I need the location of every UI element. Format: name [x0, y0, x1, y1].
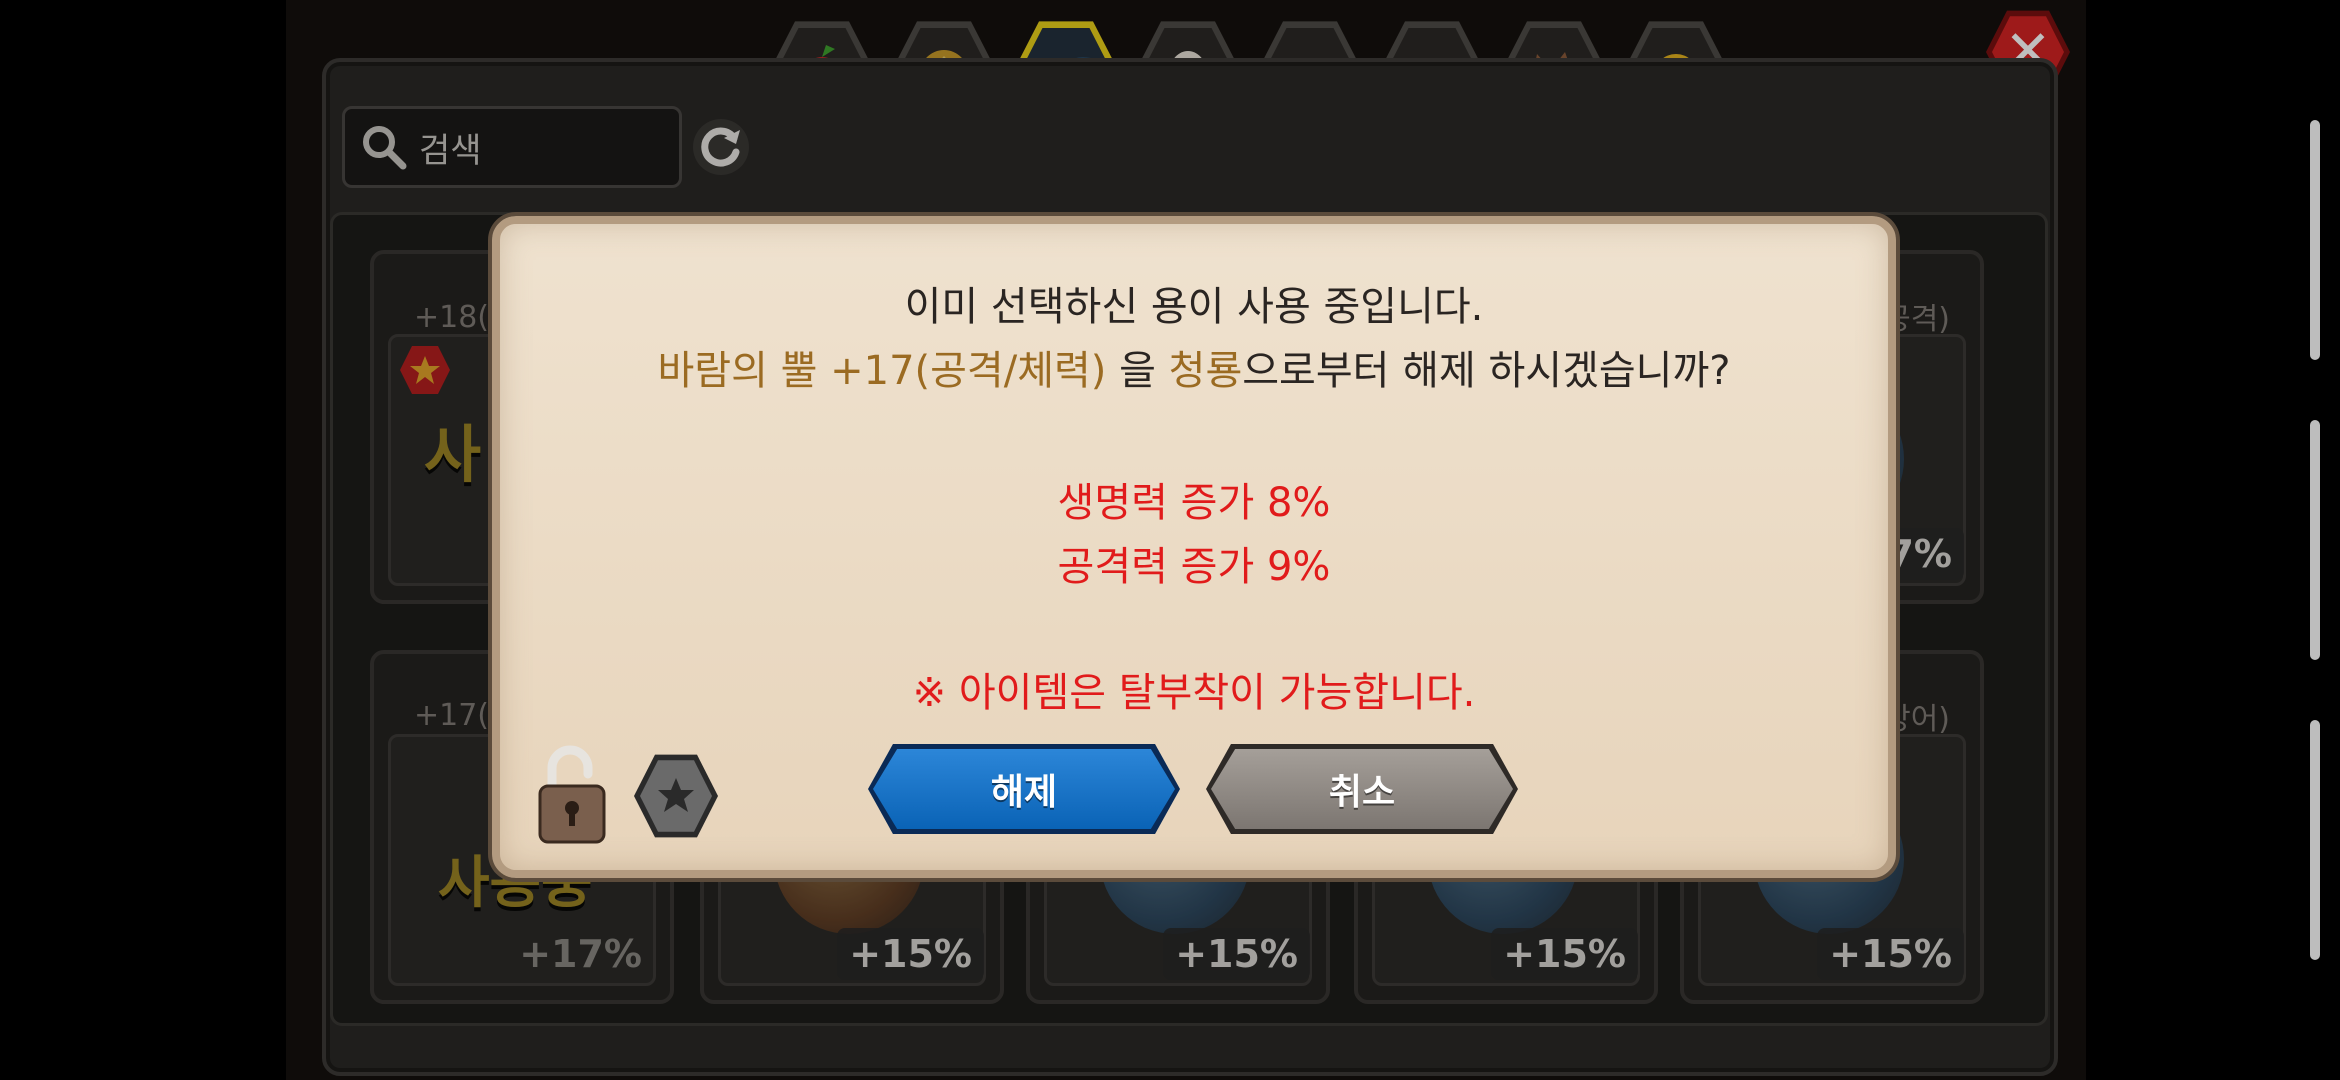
favorite-button[interactable] [634, 754, 718, 838]
dialog-message-title: 이미 선택하신 용이 사용 중입니다. [904, 284, 1484, 330]
scrollbar[interactable] [2310, 120, 2320, 360]
game-screen: ETC CODE ✕ [0, 0, 2340, 1080]
cancel-button-label: 취소 [1328, 772, 1396, 813]
unlock-icon[interactable] [536, 744, 608, 844]
release-button-label: 해제 [990, 772, 1058, 813]
dialog-message-question: 바람의 뿔 +17(공격/체력) 을 청룡으로부터 해제 하시겠습니까? [500, 338, 1888, 396]
item-name: 바람의 뿔 +17(공격/체력) [657, 348, 1107, 394]
scrollbar[interactable] [2310, 420, 2320, 660]
dragon-name: 청룡 [1168, 348, 1243, 394]
scrollbar[interactable] [2310, 720, 2320, 960]
cancel-button[interactable]: 취소 [1206, 744, 1518, 834]
dialog-note: ※ 아이템은 탈부착이 가능합니다. [912, 670, 1476, 716]
question-end: 으로부터 해제 하시겠습니까? [1242, 348, 1731, 394]
stat-attack-increase: 공격력 증가 9% [1057, 544, 1331, 590]
release-button[interactable]: 해제 [868, 744, 1180, 834]
confirm-dialog: 이미 선택하신 용이 사용 중입니다. 바람의 뿔 +17(공격/체력) 을 청… [492, 216, 1896, 878]
stat-hp-increase: 생명력 증가 8% [1057, 480, 1331, 526]
star-icon [658, 778, 694, 812]
question-particle: 을 [1106, 348, 1169, 394]
